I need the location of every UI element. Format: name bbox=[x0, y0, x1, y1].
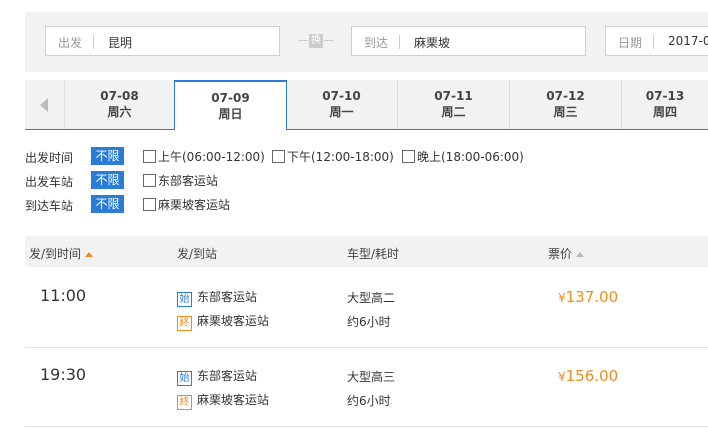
duration: 约6小时 bbox=[347, 315, 391, 329]
checkbox[interactable] bbox=[143, 174, 156, 187]
table-row[interactable]: 19:30 始东部客运站 終麻栗坡客运站 大型高三 约6小时 ¥156.00 bbox=[25, 347, 708, 427]
date-field[interactable]: 日期 2017-0 bbox=[605, 26, 708, 56]
sort-by-time[interactable]: 发/到时间 bbox=[29, 245, 94, 262]
option-label: 上午(06:00-12:00) bbox=[158, 150, 265, 164]
checkbox[interactable] bbox=[143, 198, 156, 211]
to-station-name: 麻栗坡客运站 bbox=[197, 314, 270, 328]
checkbox[interactable] bbox=[143, 150, 156, 163]
field-divider bbox=[653, 35, 654, 49]
date-tab[interactable]: 07-13 周四 bbox=[622, 80, 708, 129]
start-badge-icon: 始 bbox=[177, 371, 192, 386]
swap-cities-button[interactable]: 换 bbox=[298, 34, 334, 48]
option-label: 东部客运站 bbox=[158, 174, 219, 188]
date-tab-weekday: 周三 bbox=[553, 105, 578, 119]
filter-arrive-station: 到达车站 不限 麻栗坡客运站 bbox=[25, 195, 708, 213]
end-badge-icon: 終 bbox=[177, 395, 192, 410]
filter-label: 出发时间 bbox=[25, 151, 74, 165]
checkbox[interactable] bbox=[402, 150, 415, 163]
sort-arrow-icon bbox=[85, 252, 94, 257]
date-tab[interactable]: 07-11 周二 bbox=[398, 80, 510, 129]
arrive-city-field[interactable]: 到达 麻栗坡 bbox=[351, 26, 586, 56]
from-station: 始东部客运站 bbox=[177, 288, 257, 307]
afternoon-option[interactable]: 下午(12:00-18:00) bbox=[272, 148, 394, 165]
date-label: 日期 bbox=[618, 36, 643, 50]
arrive-label: 到达 bbox=[364, 36, 389, 50]
morning-option[interactable]: 上午(06:00-12:00) bbox=[143, 148, 265, 165]
filter-depart-station: 出发车站 不限 东部客运站 bbox=[25, 171, 708, 189]
field-divider bbox=[93, 35, 94, 49]
header-vehicle-label: 车型/耗时 bbox=[347, 247, 400, 261]
swap-line-left bbox=[298, 40, 308, 41]
option-label: 晚上(18:00-06:00) bbox=[417, 150, 524, 164]
no-limit-button[interactable]: 不限 bbox=[91, 171, 124, 189]
date-tab-weekday: 周日 bbox=[218, 107, 243, 121]
currency-symbol: ¥ bbox=[558, 291, 566, 305]
currency-symbol: ¥ bbox=[558, 370, 566, 384]
from-station: 始东部客运站 bbox=[177, 367, 257, 386]
swap-icon: 换 bbox=[309, 34, 323, 48]
start-badge-icon: 始 bbox=[177, 292, 192, 307]
date-tab-date: 07-09 bbox=[211, 91, 250, 105]
checkbox[interactable] bbox=[272, 150, 285, 163]
date-tab[interactable]: 07-12 周三 bbox=[510, 80, 622, 129]
date-value: 2017-0 bbox=[668, 34, 708, 48]
depart-city-value: 昆明 bbox=[108, 36, 133, 50]
option-label: 下午(12:00-18:00) bbox=[287, 150, 394, 164]
header-time-label: 发/到时间 bbox=[29, 247, 82, 261]
header-price-label: 票价 bbox=[548, 247, 573, 261]
from-station-name: 东部客运站 bbox=[197, 290, 258, 304]
depart-time: 11:00 bbox=[40, 286, 87, 305]
to-station: 終麻栗坡客运站 bbox=[177, 312, 269, 331]
to-station: 終麻栗坡客运站 bbox=[177, 391, 269, 410]
vehicle-type: 大型高二 bbox=[347, 291, 396, 305]
ticket-price: ¥137.00 bbox=[558, 288, 618, 306]
field-divider bbox=[399, 35, 400, 49]
date-tab-date: 07-13 bbox=[645, 89, 685, 103]
sort-arrow-icon bbox=[576, 252, 585, 257]
date-tab-weekday: 周四 bbox=[652, 105, 677, 119]
date-tab[interactable]: 07-08 周六 bbox=[65, 80, 175, 129]
end-badge-icon: 終 bbox=[177, 316, 192, 331]
depart-time: 19:30 bbox=[40, 365, 87, 384]
evening-option[interactable]: 晚上(18:00-06:00) bbox=[402, 148, 524, 165]
header-station-label: 发/到站 bbox=[177, 247, 218, 261]
no-limit-button[interactable]: 不限 bbox=[91, 147, 124, 165]
search-bar: 出发 昆明 换 到达 麻栗坡 日期 2017-0 bbox=[25, 12, 708, 72]
date-tabs: 07-08 周六 07-10 周一 07-11 周二 07-12 周三 07-1… bbox=[25, 80, 708, 130]
price-value: 137.00 bbox=[565, 288, 619, 306]
depart-label: 出发 bbox=[58, 36, 83, 50]
date-tab-date: 07-12 bbox=[546, 89, 585, 103]
vehicle-type: 大型高三 bbox=[347, 370, 396, 384]
from-station-name: 东部客运站 bbox=[197, 369, 258, 383]
price-value: 156.00 bbox=[565, 367, 619, 385]
sort-by-price[interactable]: 票价 bbox=[548, 245, 585, 262]
swap-line-right bbox=[324, 40, 334, 41]
duration: 约6小时 bbox=[347, 394, 391, 408]
filter-label: 出发车站 bbox=[25, 175, 74, 189]
ticket-price: ¥156.00 bbox=[558, 367, 618, 385]
date-tab-date: 07-08 bbox=[100, 89, 139, 103]
filter-depart-time: 出发时间 不限 上午(06:00-12:00) 下午(12:00-18:00) … bbox=[25, 147, 708, 165]
filter-label: 到达车站 bbox=[25, 199, 74, 213]
no-limit-button[interactable]: 不限 bbox=[91, 195, 124, 213]
date-tab-date: 07-11 bbox=[434, 89, 473, 103]
date-tab[interactable]: 07-10 周一 bbox=[286, 80, 398, 129]
arrive-city-value: 麻栗坡 bbox=[414, 36, 451, 50]
station-option[interactable]: 东部客运站 bbox=[143, 172, 218, 189]
station-option[interactable]: 麻栗坡客运站 bbox=[143, 196, 230, 213]
date-tab-weekday: 周六 bbox=[107, 105, 132, 119]
table-row[interactable]: 11:00 始东部客运站 終麻栗坡客运站 大型高二 约6小时 ¥137.00 bbox=[25, 268, 708, 348]
date-tab-weekday: 周二 bbox=[441, 105, 466, 119]
results-header: 发/到时间 发/到站 车型/耗时 票价 bbox=[25, 236, 708, 267]
depart-city-field[interactable]: 出发 昆明 bbox=[45, 26, 280, 56]
prev-dates-button[interactable] bbox=[25, 80, 65, 129]
date-tab-active[interactable]: 07-09 周日 bbox=[174, 80, 287, 130]
chevron-left-icon bbox=[40, 98, 48, 112]
date-tab-weekday: 周一 bbox=[329, 105, 354, 119]
option-label: 麻栗坡客运站 bbox=[158, 198, 231, 212]
to-station-name: 麻栗坡客运站 bbox=[197, 393, 270, 407]
date-tab-date: 07-10 bbox=[322, 89, 361, 103]
